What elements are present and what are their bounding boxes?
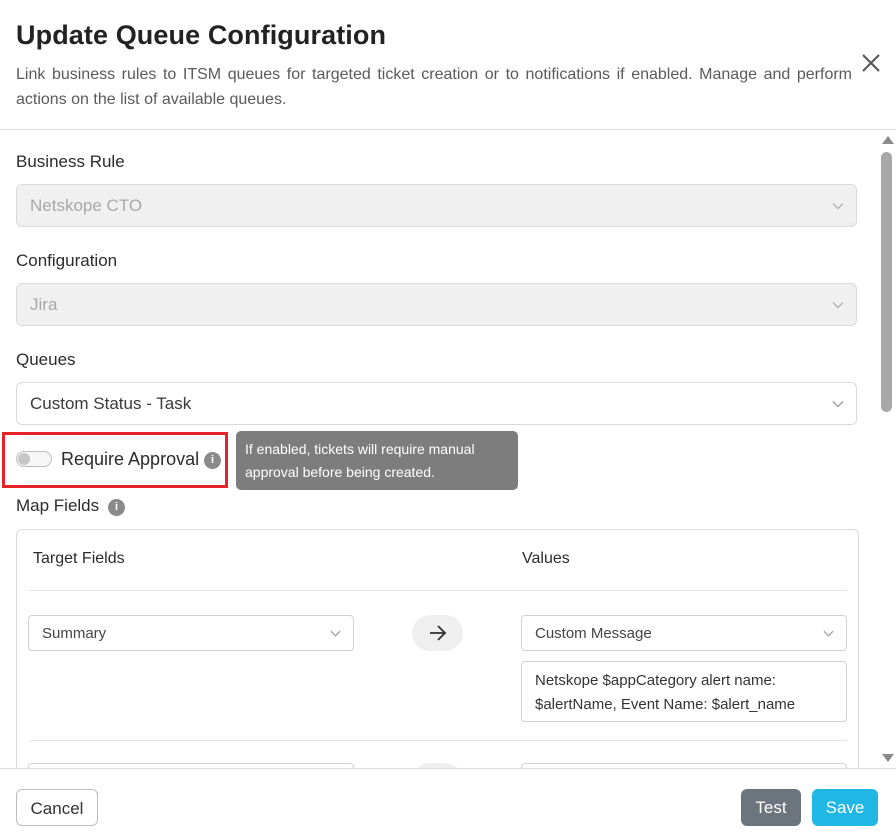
arrow-right-icon — [430, 625, 447, 641]
toggle-knob — [18, 453, 30, 465]
custom-message-textarea[interactable]: Netskope $appCategory alert name: $alert… — [521, 661, 847, 722]
dialog-title: Update Queue Configuration — [16, 20, 387, 50]
value-type-select[interactable]: Custom Message — [521, 615, 847, 651]
dialog-description: Link business rules to ITSM queues for t… — [16, 66, 852, 108]
map-fields-table: Target Fields Values Summary Custom Mess… — [16, 529, 859, 768]
chevron-down-icon — [823, 630, 834, 637]
chevron-down-icon — [330, 630, 341, 637]
business-rule-select: Netskope CTO — [16, 184, 857, 227]
dialog-footer: Cancel Test Save — [0, 768, 896, 838]
chevron-down-icon — [832, 302, 844, 309]
cancel-button[interactable]: Cancel — [16, 789, 98, 826]
queues-select[interactable]: Custom Status - Task — [16, 382, 857, 425]
scrollbar[interactable] — [877, 130, 896, 768]
business-rule-value: Netskope CTO — [30, 196, 143, 215]
configuration-label: Configuration — [16, 251, 118, 270]
configuration-value: Jira — [30, 295, 58, 314]
map-fields-label: Map Fields — [16, 496, 100, 515]
scrollbar-thumb[interactable] — [881, 152, 892, 412]
chevron-down-icon — [832, 401, 844, 408]
target-field-select[interactable]: Summary — [28, 615, 354, 651]
queues-label: Queues — [16, 350, 76, 369]
require-approval-label: Require Approval — [61, 449, 200, 469]
require-approval-toggle[interactable] — [16, 451, 52, 467]
divider — [29, 590, 847, 591]
map-arrow-button[interactable] — [412, 615, 463, 651]
require-approval-tooltip: If enabled, tickets will require manual … — [236, 431, 518, 490]
save-button[interactable]: Save — [812, 789, 878, 826]
values-header: Values — [522, 550, 570, 567]
chevron-down-icon — [832, 203, 844, 210]
close-icon[interactable] — [858, 50, 884, 76]
target-fields-header: Target Fields — [33, 550, 125, 567]
configuration-select: Jira — [16, 283, 857, 326]
target-field-value: Summary — [42, 625, 107, 642]
scroll-down-arrow-icon[interactable] — [882, 754, 894, 762]
test-button[interactable]: Test — [741, 789, 801, 826]
dialog-header: Update Queue Configuration Link business… — [0, 0, 896, 130]
divider — [29, 740, 847, 741]
dialog-body: Business Rule Netskope CTO Configuration… — [0, 130, 876, 768]
info-icon[interactable]: i — [108, 499, 125, 516]
scroll-up-arrow-icon[interactable] — [882, 136, 894, 144]
info-icon[interactable]: i — [204, 452, 221, 469]
business-rule-label: Business Rule — [16, 152, 125, 171]
queues-value: Custom Status - Task — [30, 394, 192, 413]
value-type-value: Custom Message — [535, 625, 652, 642]
